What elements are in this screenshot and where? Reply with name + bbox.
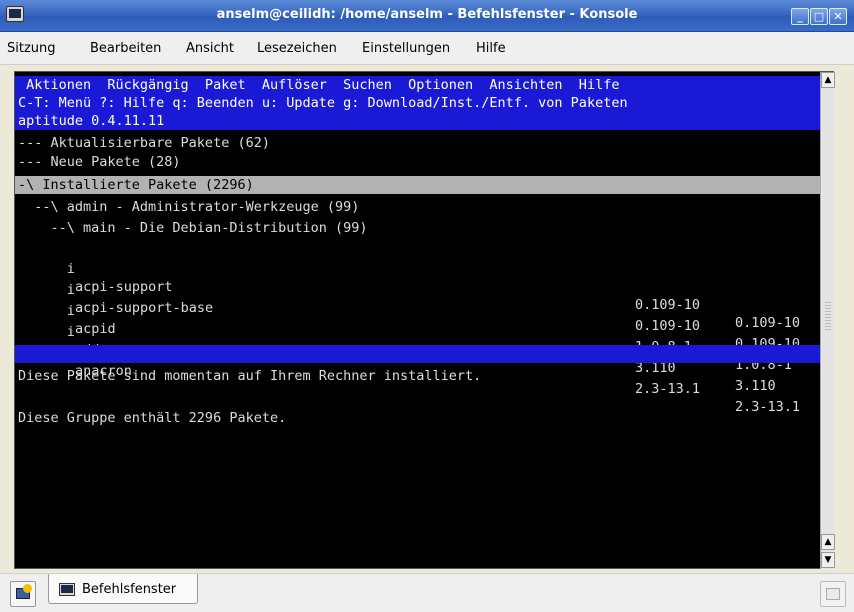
menu-einstellungen[interactable]: Einstellungen [362, 41, 450, 56]
scroll-up-arrow-icon[interactable]: ▲ [821, 72, 835, 88]
group-new[interactable]: --- Neue Pakete (28) [15, 153, 826, 171]
maximize-button[interactable]: □ [810, 8, 828, 25]
package-row[interactable]: i anacron 2.3-13.1 2.3-13.1 [15, 326, 826, 415]
tab-bar: Befehlsfenster [0, 573, 854, 612]
description-line: Diese Pakete sind momentan auf Ihrem Rec… [18, 368, 482, 384]
package-row[interactable]: i acpid 1.0.8-1 1.0.8-1 [15, 284, 826, 373]
terminal-area[interactable]: Aktionen Rückgängig Paket Auflöser Suche… [15, 72, 826, 568]
aptitude-help-line: C-T: Menü ?: Hilfe q: Beenden u: Update … [15, 94, 826, 112]
group-installed[interactable]: -\ Installierte Pakete (2296) [15, 176, 826, 194]
close-session-icon [826, 588, 840, 600]
scroll-down-arrow-icon[interactable]: ▼ [821, 552, 835, 568]
scroll-up-arrow-icon[interactable]: ▲ [821, 534, 835, 550]
menu-hilfe[interactable]: Hilfe [476, 41, 506, 56]
group-main[interactable]: --\ main - Die Debian-Distribution (99) [15, 219, 826, 237]
tab-label: Befehlsfenster [82, 582, 177, 597]
close-button[interactable]: ✕ [829, 8, 847, 25]
scrollbar-grip[interactable] [825, 302, 831, 332]
minimize-button[interactable]: _ [791, 8, 809, 25]
window-title: anselm@ceilidh: /home/anselm - Befehlsfe… [216, 7, 638, 22]
package-row[interactable]: i acpi-support-base 0.109-10 0.109-10 [15, 263, 826, 352]
menu-lesezeichen[interactable]: Lesezeichen [257, 41, 337, 56]
description-line [15, 388, 826, 406]
menu-bearbeiten[interactable]: Bearbeiten [90, 41, 161, 56]
close-tab-button[interactable] [820, 581, 846, 607]
package-row[interactable]: i acpi-support 0.109-10 0.109-10 [15, 242, 826, 331]
menu-sitzung[interactable]: Sitzung [7, 41, 56, 56]
tab-befehlsfenster[interactable]: Befehlsfenster [48, 574, 198, 604]
title-bar[interactable]: anselm@ceilidh: /home/anselm - Befehlsfe… [0, 0, 854, 32]
status-separator-bar [15, 345, 826, 363]
description-line: Diese Gruppe enthält 2296 Pakete. [18, 410, 287, 426]
new-tab-button[interactable] [10, 581, 36, 607]
group-admin[interactable]: --\ admin - Administrator-Werkzeuge (99) [15, 198, 826, 216]
aptitude-version-line: aptitude 0.4.11.11 [15, 112, 826, 130]
aptitude-menu-line[interactable]: Aktionen Rückgängig Paket Auflöser Suche… [15, 76, 826, 94]
konsole-tab-icon [59, 583, 75, 596]
star-icon [23, 584, 32, 593]
group-upgradable[interactable]: --- Aktualisierbare Pakete (62) [15, 134, 826, 152]
menu-bar: Sitzung Bearbeiten Ansicht Lesezeichen E… [0, 32, 854, 65]
terminal-frame: Aktionen Rückgängig Paket Auflöser Suche… [14, 71, 834, 569]
package-row[interactable]: i adduser 3.110 3.110 [15, 305, 826, 394]
menu-ansicht[interactable]: Ansicht [186, 41, 234, 56]
terminal-scrollbar[interactable]: ▲ ▲ ▼ [820, 72, 835, 569]
